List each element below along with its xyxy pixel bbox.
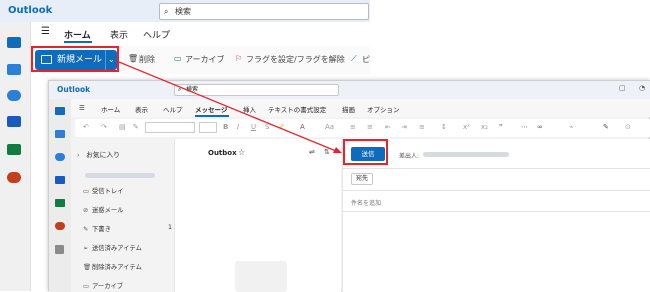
arrow-connector — [118, 61, 342, 153]
